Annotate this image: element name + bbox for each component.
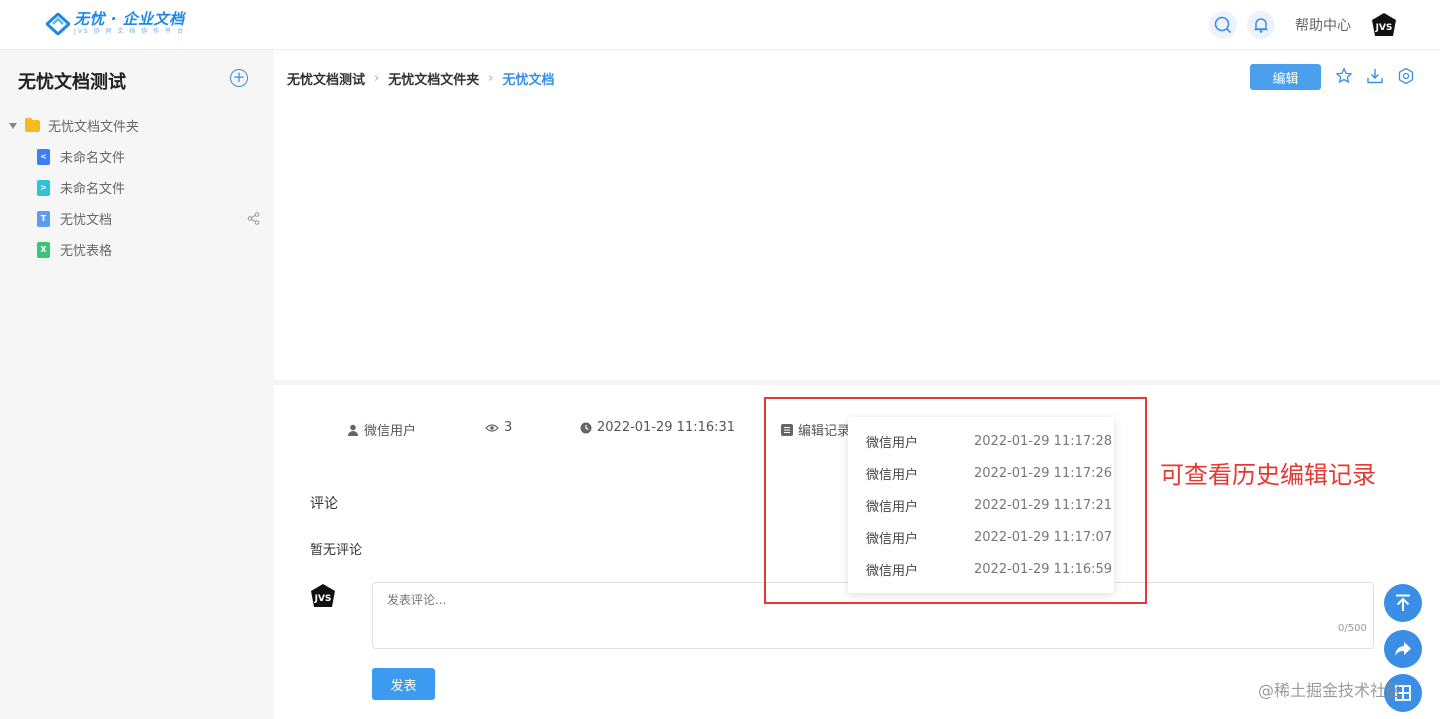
views-meta: 3 [485, 420, 512, 435]
help-center-link[interactable]: 帮助中心 [1295, 15, 1351, 35]
file-label: 未命名文件 [60, 182, 126, 197]
user-icon [347, 424, 359, 436]
star-icon[interactable] [1335, 67, 1353, 85]
logo-mark-icon [44, 11, 72, 36]
file-item-doc[interactable]: T 无忧文档 [0, 203, 274, 234]
share-float-button[interactable] [1384, 630, 1422, 668]
file-item-mindmap[interactable]: < 未命名文件 [0, 141, 274, 172]
file-label: 无忧文档 [60, 213, 113, 228]
logo-subtitle: JVS 协 同 文 档 协 作 平 台 [74, 28, 185, 35]
main-content: 无忧文档测试 › 无忧文档文件夹 › 无忧文档 编辑 微信用户 3 2022-0… [274, 50, 1440, 719]
clock-icon [580, 422, 592, 433]
file-item-flow[interactable]: > 未命名文件 [0, 172, 274, 203]
logo[interactable]: 无忧 · 企业文档 JVS 协 同 文 档 协 作 平 台 [44, 10, 185, 36]
share-icon[interactable] [247, 212, 260, 225]
search-icon[interactable] [1209, 11, 1237, 39]
breadcrumb: 无忧文档测试 › 无忧文档文件夹 › 无忧文档 [287, 69, 554, 88]
commenter-avatar: JVS [310, 583, 336, 609]
author-meta: 微信用户 [347, 420, 416, 439]
folder-item[interactable]: 无忧文档文件夹 [0, 110, 274, 141]
user-avatar[interactable]: JVS [1371, 12, 1397, 38]
back-to-top-button[interactable] [1384, 584, 1422, 622]
doc-file-icon: T [37, 210, 50, 227]
svg-text:JVS: JVS [314, 594, 332, 604]
eye-icon [485, 423, 499, 432]
annotation-highlight-box [764, 397, 1147, 604]
chevron-right-icon: › [374, 71, 380, 86]
breadcrumb-item[interactable]: 无忧文档文件夹 [388, 69, 479, 88]
caret-down-icon[interactable] [9, 122, 17, 129]
bell-icon[interactable] [1247, 11, 1275, 39]
breadcrumb-current: 无忧文档 [502, 73, 555, 88]
arrow-up-icon [1396, 594, 1410, 611]
flow-file-icon: > [37, 179, 50, 196]
section-divider [274, 380, 1440, 385]
file-item-sheet[interactable]: X 无忧表格 [0, 234, 274, 265]
author-name: 微信用户 [364, 424, 417, 439]
chevron-right-icon: › [488, 71, 494, 86]
file-label: 未命名文件 [60, 151, 126, 166]
created-meta: 2022-01-29 11:16:31 [580, 420, 735, 435]
settings-icon[interactable] [1397, 67, 1415, 85]
svg-text:JVS: JVS [1375, 23, 1393, 33]
file-label: 无忧表格 [60, 244, 113, 259]
space-title: 无忧文档测试 [18, 72, 126, 93]
logo-title: 无忧 · 企业文档 [74, 10, 185, 28]
folder-label: 无忧文档文件夹 [48, 120, 140, 135]
download-icon[interactable] [1366, 67, 1384, 85]
top-header: 无忧 · 企业文档 JVS 协 同 文 档 协 作 平 台 帮助中心 JVS [0, 0, 1440, 50]
file-tree: 无忧文档文件夹 < 未命名文件 > 未命名文件 T 无忧文档 X 无忧表格 [0, 110, 274, 265]
breadcrumb-item[interactable]: 无忧文档测试 [287, 69, 365, 88]
mindmap-file-icon: < [37, 148, 50, 165]
sidebar: 无忧文档测试 + 无忧文档文件夹 < 未命名文件 > 未命名文件 T 无忧文档 … [0, 50, 274, 719]
watermark: @稀土掘金技术社区 [1258, 681, 1403, 700]
empty-comments-text: 暂无评论 [310, 543, 363, 558]
sheet-file-icon: X [37, 241, 50, 258]
char-counter: 0/500 [1338, 623, 1367, 634]
edit-button[interactable]: 编辑 [1250, 64, 1321, 90]
folder-icon [25, 117, 40, 132]
comments-title: 评论 [310, 496, 338, 512]
publish-button[interactable]: 发表 [372, 668, 435, 700]
annotation-text: 可查看历史编辑记录 [1160, 461, 1376, 489]
view-count: 3 [504, 420, 513, 435]
created-time: 2022-01-29 11:16:31 [597, 420, 736, 435]
add-icon[interactable]: + [230, 69, 248, 87]
forward-arrow-icon [1395, 642, 1411, 656]
